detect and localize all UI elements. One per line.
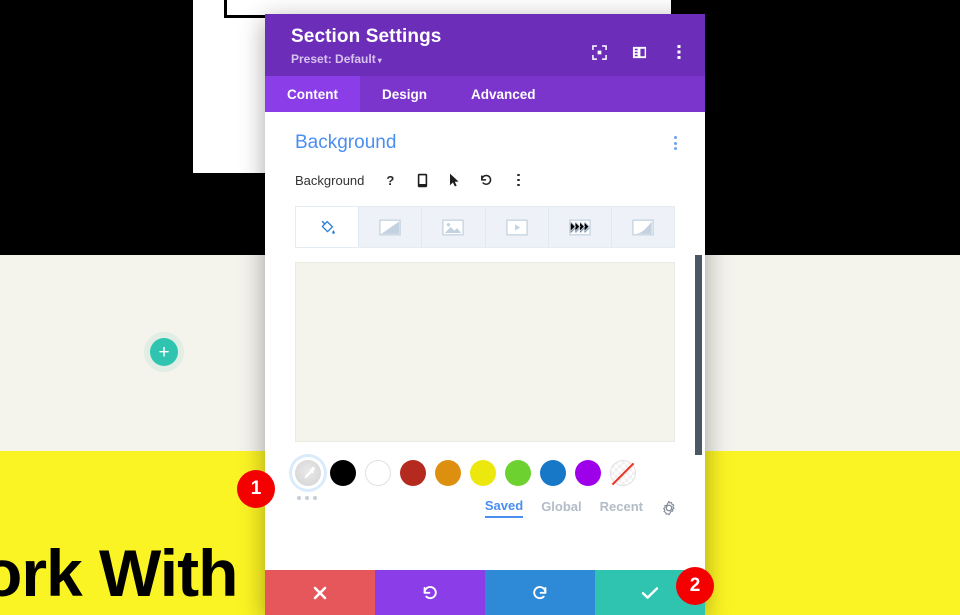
fullscreen-icon[interactable] (591, 44, 607, 60)
modal-body: Background Background ? Saved Global Rec… (265, 112, 705, 570)
preset-label: Preset: Default (291, 52, 376, 66)
swatch-purple[interactable] (575, 460, 601, 486)
swatch-blue[interactable] (540, 460, 566, 486)
more-vertical-icon[interactable] (506, 168, 530, 192)
modal-footer (265, 570, 705, 615)
redo-button[interactable] (485, 570, 595, 615)
palette-tab-saved[interactable]: Saved (484, 498, 524, 518)
swatch-transparent[interactable] (610, 460, 636, 486)
undo-button[interactable] (375, 570, 485, 615)
help-icon[interactable]: ? (378, 168, 402, 192)
tab-content[interactable]: Content (265, 76, 360, 112)
section-options-icon[interactable] (670, 132, 681, 154)
add-section-button[interactable]: + (150, 338, 178, 366)
palette-tab-global[interactable]: Global (541, 499, 581, 517)
modal-tab-bar: Content Design Advanced (265, 76, 705, 112)
palette-tab-strip: Saved Global Recent (484, 498, 677, 518)
background-pattern-tab[interactable] (548, 207, 612, 247)
color-swatch-row (265, 442, 705, 486)
reset-undo-icon[interactable] (474, 168, 498, 192)
tab-advanced[interactable]: Advanced (449, 76, 558, 112)
swatch-red[interactable] (400, 460, 426, 486)
swatch-orange[interactable] (435, 460, 461, 486)
screenshot-stage: + ork With Section Settings Preset: Defa… (0, 0, 960, 615)
modal-header: Section Settings Preset: Default ▾ (265, 14, 705, 76)
background-preview[interactable] (295, 262, 675, 442)
background-image-tab[interactable] (422, 207, 486, 247)
swatch-yellow[interactable] (470, 460, 496, 486)
cancel-button[interactable] (265, 570, 375, 615)
swatch-white[interactable] (365, 460, 391, 486)
background-color-tab[interactable] (296, 207, 360, 247)
chevron-down-icon: ▾ (377, 56, 382, 65)
field-label: Background (295, 172, 365, 188)
color-picker-swatch[interactable] (295, 460, 321, 486)
tab-design[interactable]: Design (360, 76, 449, 112)
swatch-green[interactable] (505, 460, 531, 486)
background-gradient-tab[interactable] (359, 207, 423, 247)
more-vertical-icon[interactable] (671, 44, 687, 60)
plus-icon: + (158, 341, 170, 363)
background-type-tabs (295, 206, 675, 248)
background-mask-tab[interactable] (611, 207, 675, 247)
callout-badge-2: 2 (676, 567, 714, 605)
background-section-header: Background (265, 112, 705, 154)
modal-scrollbar[interactable] (695, 255, 702, 455)
background-video-tab[interactable] (485, 207, 549, 247)
palette-tab-recent[interactable]: Recent (600, 499, 643, 517)
gear-icon[interactable] (661, 500, 677, 516)
hover-cursor-icon[interactable] (442, 168, 466, 192)
modal-header-actions (591, 44, 687, 60)
layout-panel-icon[interactable] (631, 44, 647, 60)
section-heading: Background (295, 132, 397, 153)
section-settings-modal: Section Settings Preset: Default ▾ Conte… (265, 14, 705, 615)
callout-badge-1: 1 (237, 470, 275, 508)
background-field-row: Background ? (265, 154, 705, 192)
responsive-mobile-icon[interactable] (410, 168, 434, 192)
swatch-black[interactable] (330, 460, 356, 486)
page-hero-heading: ork With (0, 536, 238, 610)
